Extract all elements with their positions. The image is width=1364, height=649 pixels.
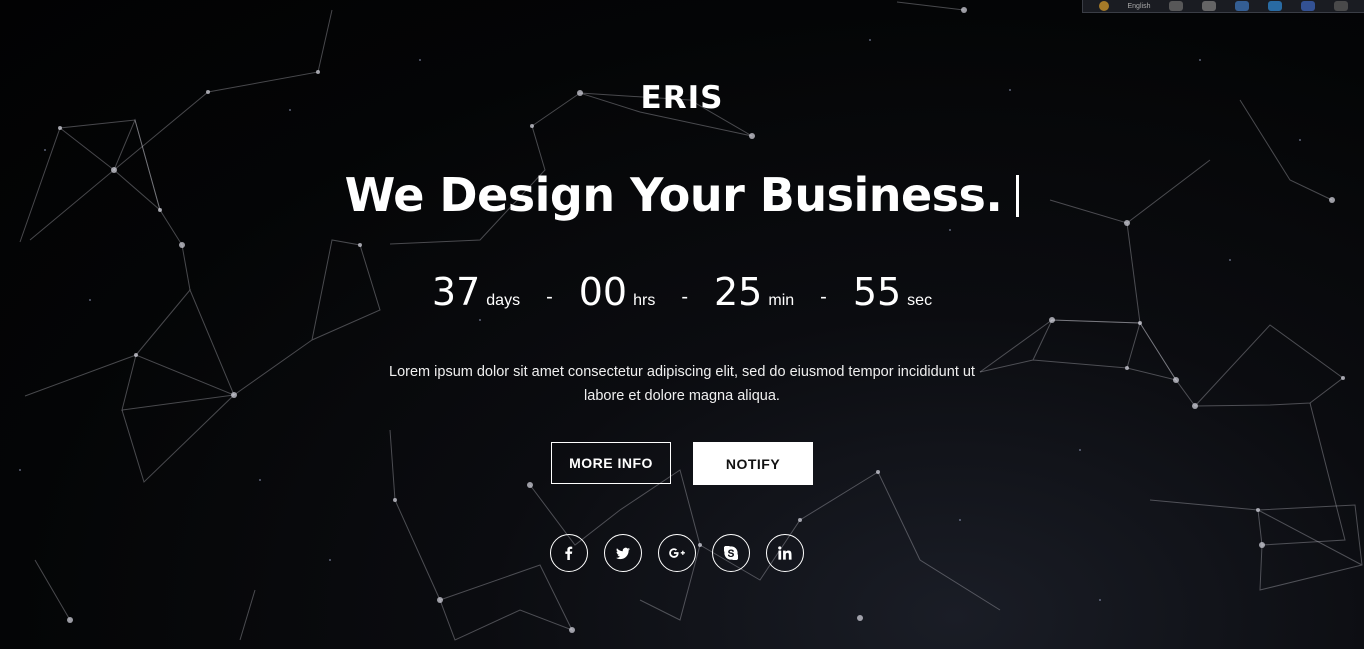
hours-label: hrs <box>633 292 656 309</box>
minutes-value: 25 <box>714 270 763 314</box>
seconds-value: 55 <box>852 270 902 314</box>
countdown-days: 37 days <box>432 270 520 314</box>
countdown-separator: - <box>681 286 688 308</box>
countdown-seconds: 55 sec <box>853 270 932 314</box>
hero-description: Lorem ipsum dolor sit amet consectetur a… <box>389 364 975 404</box>
seconds-label: sec <box>907 292 933 309</box>
hours-value: 00 <box>578 270 628 314</box>
facebook-link[interactable] <box>550 534 588 572</box>
page-headline: We Design Your Business. <box>0 168 1364 222</box>
hero-section: ERIS We Design Your Business. 37 days - … <box>0 0 1364 649</box>
linkedin-link[interactable] <box>766 534 804 572</box>
facebook-icon <box>565 546 573 560</box>
twitter-icon <box>616 547 630 560</box>
google-plus-icon <box>669 548 685 558</box>
skype-link[interactable] <box>712 534 750 572</box>
social-links <box>550 534 804 572</box>
countdown-hours: 00 hrs <box>579 270 656 314</box>
notify-button[interactable]: NOTIFY <box>693 442 813 485</box>
google-plus-link[interactable] <box>658 534 696 572</box>
countdown-separator: - <box>546 286 553 308</box>
typing-cursor <box>1016 175 1020 217</box>
countdown-timer: 37 days - 00 hrs - 25 min - 55 sec <box>0 270 1364 314</box>
days-label: days <box>486 292 521 309</box>
days-value: 37 <box>431 270 481 314</box>
twitter-link[interactable] <box>604 534 642 572</box>
skype-icon <box>724 546 738 560</box>
countdown-minutes: 25 min <box>714 270 794 314</box>
linkedin-icon <box>778 546 792 560</box>
headline-text: We Design Your Business. <box>344 168 1003 222</box>
more-info-button[interactable]: MORE INFO <box>551 442 671 484</box>
minutes-label: min <box>768 292 795 309</box>
countdown-separator: - <box>820 286 827 308</box>
brand-logo[interactable]: ERIS <box>0 80 1364 116</box>
